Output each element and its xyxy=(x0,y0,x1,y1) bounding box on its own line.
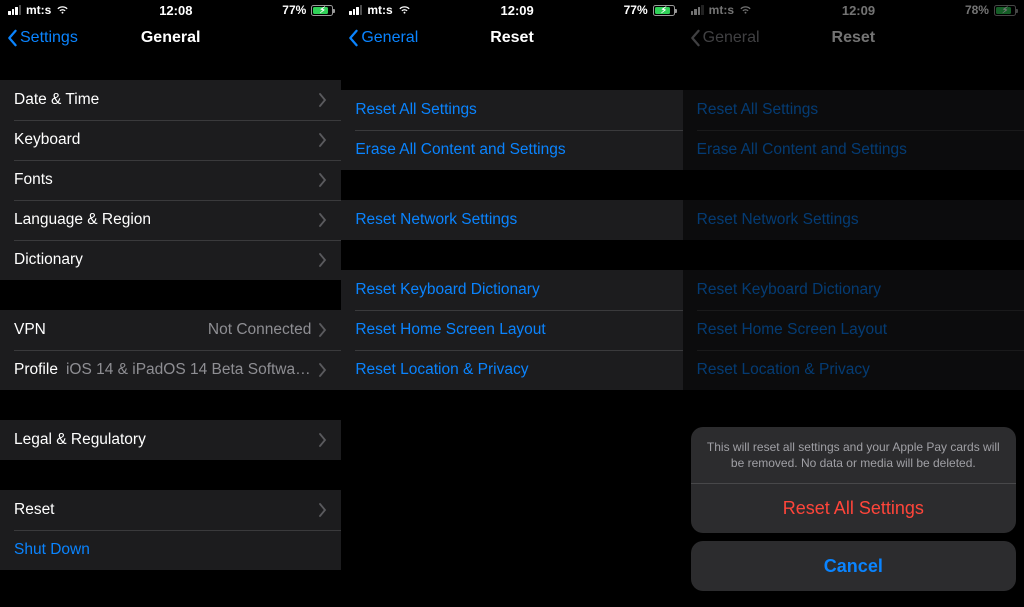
carrier-label: mt:s xyxy=(26,3,51,17)
row-reset-location-privacy[interactable]: Reset Location & Privacy xyxy=(341,350,682,390)
chevron-right-icon xyxy=(319,133,327,147)
chevron-left-icon xyxy=(347,29,359,47)
carrier-label: mt:s xyxy=(709,3,734,17)
chevron-right-icon xyxy=(319,173,327,187)
back-button: General xyxy=(689,29,760,47)
chevron-right-icon xyxy=(319,323,327,337)
status-bar: mt:s 12:08 77% ⚡︎ xyxy=(0,0,341,18)
screen-reset-confirm: mt:s 12:09 78% ⚡︎ General Reset Reset Al… xyxy=(683,0,1024,607)
row-shut-down[interactable]: Shut Down xyxy=(0,530,341,570)
row-reset-all-settings: Reset All Settings xyxy=(683,90,1024,130)
vpn-status: Not Connected xyxy=(208,321,311,339)
row-reset-keyboard-dict: Reset Keyboard Dictionary xyxy=(683,270,1024,310)
row-dictionary[interactable]: Dictionary xyxy=(0,240,341,280)
chevron-left-icon xyxy=(6,29,18,47)
row-reset-home-layout[interactable]: Reset Home Screen Layout xyxy=(341,310,682,350)
row-erase-all: Erase All Content and Settings xyxy=(683,130,1024,170)
battery-icon: ⚡︎ xyxy=(653,5,675,16)
wifi-icon xyxy=(398,5,411,15)
battery-icon: ⚡︎ xyxy=(311,5,333,16)
row-language-region[interactable]: Language & Region xyxy=(0,200,341,240)
battery-pct: 78% xyxy=(965,3,989,17)
chevron-right-icon xyxy=(319,363,327,377)
clock: 12:09 xyxy=(501,3,534,18)
signal-icon xyxy=(691,5,704,15)
clock: 12:08 xyxy=(159,3,192,18)
back-label: General xyxy=(361,29,418,47)
signal-icon xyxy=(8,5,21,15)
sheet-confirm-button[interactable]: Reset All Settings xyxy=(691,483,1016,533)
row-reset-location-privacy: Reset Location & Privacy xyxy=(683,350,1024,390)
row-vpn[interactable]: VPNNot Connected xyxy=(0,310,341,350)
sheet-cancel-group: Cancel xyxy=(691,541,1016,591)
screen-reset: mt:s 12:09 77% ⚡︎ General Reset Reset Al… xyxy=(341,0,682,607)
row-reset-home-layout: Reset Home Screen Layout xyxy=(683,310,1024,350)
action-sheet: This will reset all settings and your Ap… xyxy=(691,427,1016,599)
row-reset-all-settings[interactable]: Reset All Settings xyxy=(341,90,682,130)
row-reset[interactable]: Reset xyxy=(0,490,341,530)
nav-bar: General Reset xyxy=(341,18,682,58)
battery-icon: ⚡︎ xyxy=(994,5,1016,16)
back-button[interactable]: Settings xyxy=(6,29,78,47)
battery-pct: 77% xyxy=(282,3,306,17)
row-date-time[interactable]: Date & Time xyxy=(0,80,341,120)
profile-detail: iOS 14 & iPadOS 14 Beta Softwar… xyxy=(66,361,311,379)
row-profile[interactable]: ProfileiOS 14 & iPadOS 14 Beta Softwar… xyxy=(0,350,341,390)
signal-icon xyxy=(349,5,362,15)
row-reset-keyboard-dict[interactable]: Reset Keyboard Dictionary xyxy=(341,270,682,310)
sheet-message: This will reset all settings and your Ap… xyxy=(691,427,1016,483)
status-bar: mt:s 12:09 77% ⚡︎ xyxy=(341,0,682,18)
nav-bar: Settings General xyxy=(0,18,341,58)
row-keyboard[interactable]: Keyboard xyxy=(0,120,341,160)
row-reset-network[interactable]: Reset Network Settings xyxy=(341,200,682,240)
carrier-label: mt:s xyxy=(367,3,392,17)
clock: 12:09 xyxy=(842,3,875,18)
wifi-icon xyxy=(56,5,69,15)
back-button[interactable]: General xyxy=(347,29,418,47)
row-erase-all[interactable]: Erase All Content and Settings xyxy=(341,130,682,170)
row-reset-network: Reset Network Settings xyxy=(683,200,1024,240)
screen-general: mt:s 12:08 77% ⚡︎ Settings General Date … xyxy=(0,0,341,607)
sheet-cancel-button[interactable]: Cancel xyxy=(691,541,1016,591)
chevron-right-icon xyxy=(319,503,327,517)
back-label: Settings xyxy=(20,29,78,47)
chevron-left-icon xyxy=(689,29,701,47)
row-legal-regulatory[interactable]: Legal & Regulatory xyxy=(0,420,341,460)
status-bar: mt:s 12:09 78% ⚡︎ xyxy=(683,0,1024,18)
battery-pct: 77% xyxy=(624,3,648,17)
chevron-right-icon xyxy=(319,433,327,447)
nav-bar: General Reset xyxy=(683,18,1024,58)
chevron-right-icon xyxy=(319,93,327,107)
row-fonts[interactable]: Fonts xyxy=(0,160,341,200)
chevron-right-icon xyxy=(319,253,327,267)
back-label: General xyxy=(703,29,760,47)
sheet-main-group: This will reset all settings and your Ap… xyxy=(691,427,1016,533)
chevron-right-icon xyxy=(319,213,327,227)
wifi-icon xyxy=(739,5,752,15)
